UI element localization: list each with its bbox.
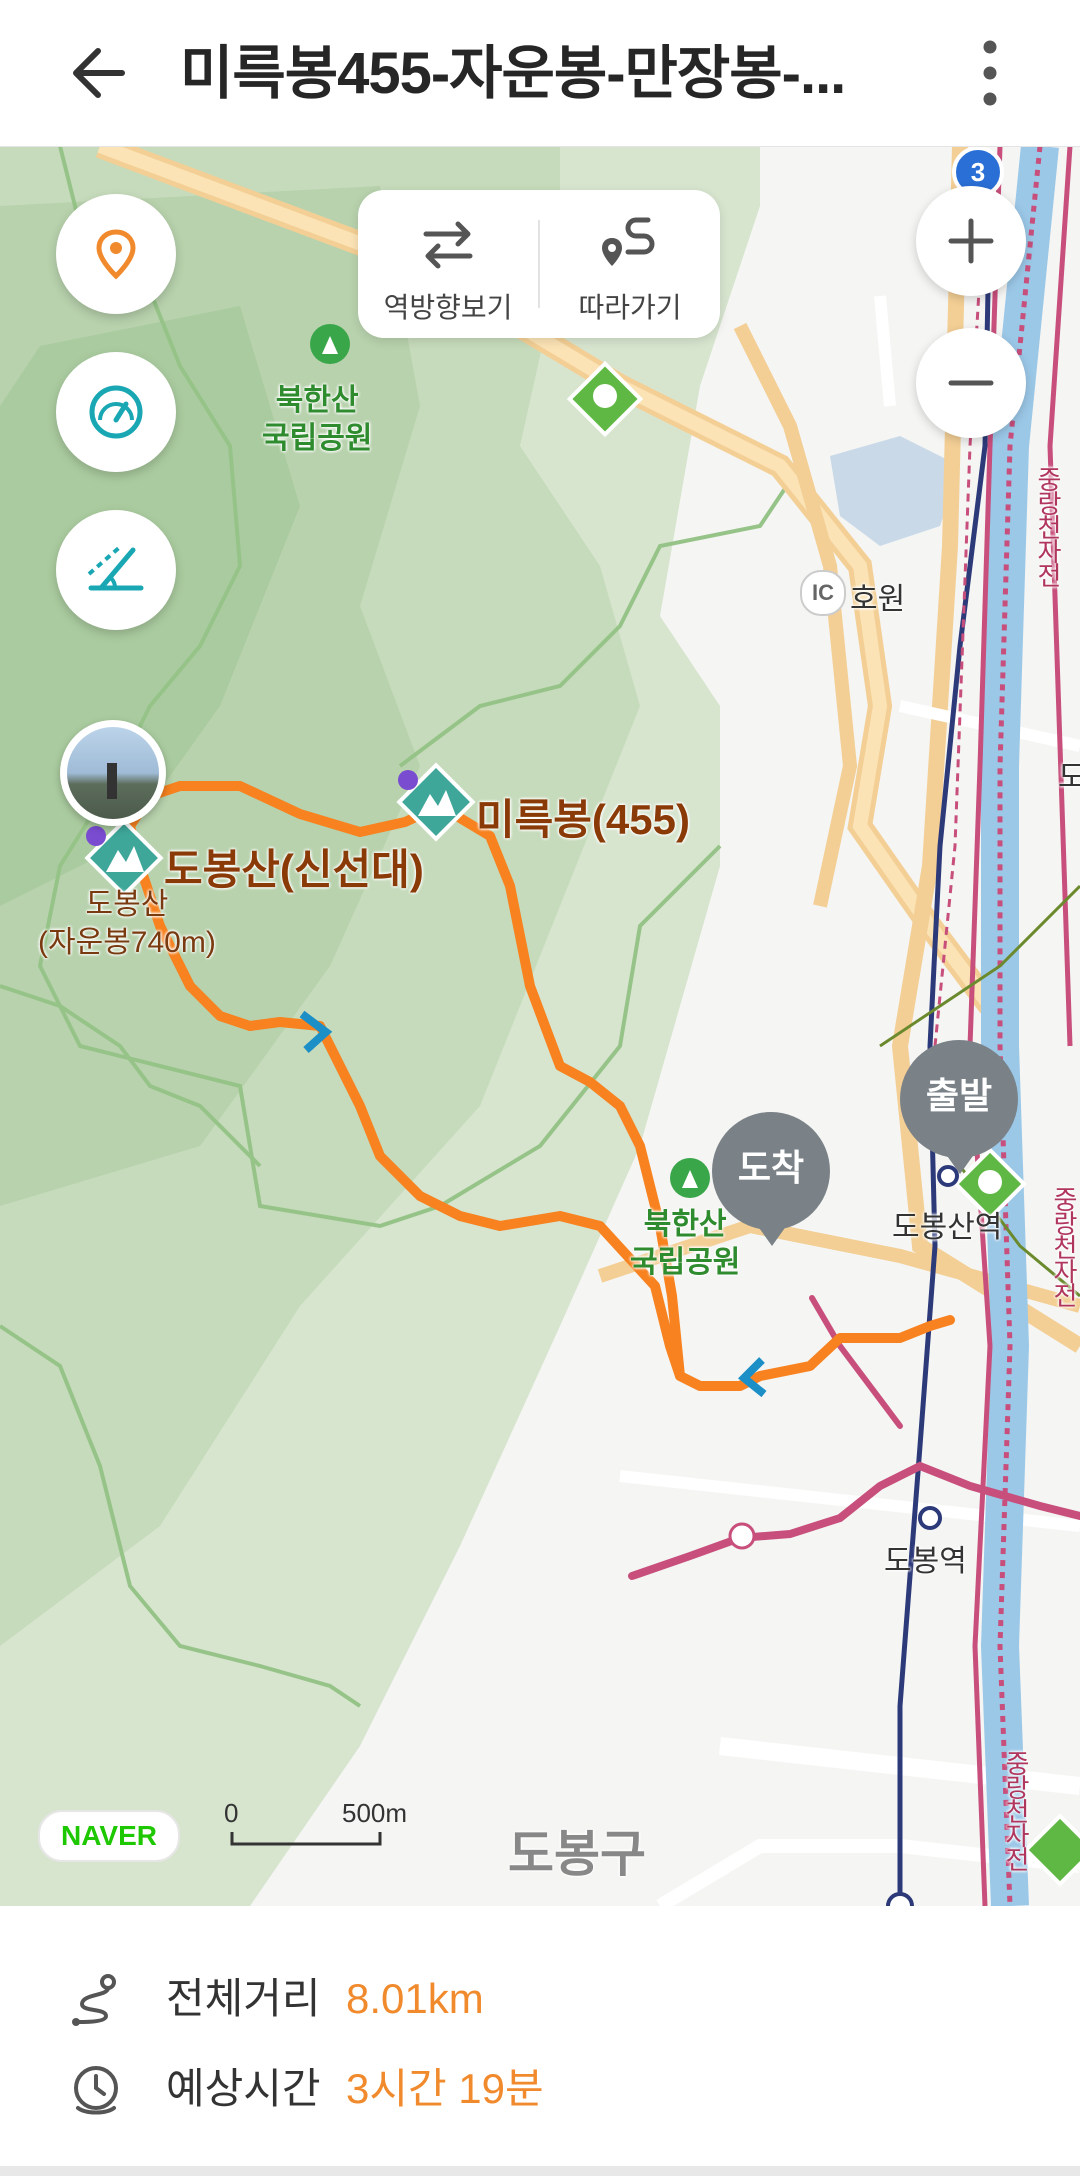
- more-vertical-icon: [983, 40, 997, 106]
- location-pin-icon: [96, 229, 136, 280]
- route-summary: 전체거리 8.01km 예상시간 3시간 19분: [0, 1906, 1080, 2176]
- map-view[interactable]: 북한산 국립공원 북한산 국립공원 미륵봉(455) 도봉산(신선대) 도봉산 …: [0, 146, 1080, 1906]
- reverse-label: 역방향보기: [383, 292, 513, 323]
- page-title: 미륵봉455-자운봉-만장봉-...: [180, 41, 846, 106]
- back-button[interactable]: [62, 38, 142, 108]
- app-header: 미륵봉455-자운봉-만장봉-...: [0, 0, 1080, 147]
- follow-button[interactable]: 따라가기: [540, 190, 720, 338]
- slope-button[interactable]: [56, 510, 176, 630]
- time-label: 예상시간: [166, 2065, 321, 2112]
- route-toggle-panel: 역방향보기 따라가기: [358, 190, 720, 338]
- follow-label: 따라가기: [578, 292, 682, 323]
- clock-icon: [74, 2066, 118, 2115]
- zoom-in-button[interactable]: [916, 186, 1026, 296]
- naver-logo: NAVER: [38, 1810, 180, 1862]
- start-pin[interactable]: 출발: [900, 1040, 1018, 1158]
- photo-marker[interactable]: [60, 720, 166, 826]
- end-pin-label: 도착: [737, 1147, 805, 1188]
- more-button[interactable]: [960, 38, 1020, 108]
- route-icon: [72, 1974, 116, 2026]
- end-pin-tail: [752, 1218, 792, 1246]
- road-label-1: 중랑천자전: [1033, 466, 1063, 586]
- plus-icon: [948, 218, 994, 264]
- road-label-2: 중랑천자전: [1049, 1186, 1079, 1306]
- park-label-south: 북한산 국립공원: [630, 1206, 740, 1282]
- distance-label: 전체거리: [166, 1975, 321, 2022]
- end-pin[interactable]: 도착: [712, 1112, 830, 1230]
- district-label: 도봉구: [508, 1826, 646, 1882]
- zoom-out-button[interactable]: [916, 328, 1026, 438]
- park-label-north-text: 북한산 국립공원: [262, 384, 373, 455]
- start-pin-label: 출발: [925, 1075, 993, 1116]
- route-number-badge: 3: [970, 157, 986, 187]
- station-label-dobong: 도봉역: [884, 1545, 967, 1578]
- reverse-button[interactable]: 역방향보기: [358, 190, 538, 338]
- speed-button[interactable]: [56, 352, 176, 472]
- interchange-badge: IC: [800, 570, 846, 616]
- distance-value: 8.01km: [346, 1975, 484, 2022]
- slope-angle-icon: [87, 544, 144, 591]
- peak-label-mireukbong: 미륵봉(455): [476, 796, 690, 843]
- start-pin-tail: [940, 1146, 980, 1174]
- follow-route-icon: [602, 217, 655, 266]
- speedometer-icon: [89, 385, 143, 439]
- my-location-button[interactable]: [56, 194, 176, 314]
- scale-end-label: 500m: [342, 1798, 408, 1828]
- time-value: 3시간 19분: [346, 2065, 544, 2112]
- station-label-dobongsan: 도봉산역: [892, 1211, 1003, 1244]
- reverse-arrows-icon: [423, 221, 473, 269]
- scale-start-label: 0: [224, 1798, 239, 1828]
- edge-label: 도: [1058, 761, 1080, 794]
- photo-thumbnail: [67, 727, 159, 819]
- park-label-south-text: 북한산 국립공원: [630, 1208, 741, 1279]
- minus-icon: [948, 380, 994, 386]
- park-label-north: 북한산 국립공원: [262, 382, 372, 458]
- arrow-left-icon: [73, 48, 125, 98]
- peak-label-jaunbong: 도봉산 (자운봉740m): [38, 886, 216, 962]
- bottom-edge: [0, 2166, 1080, 2176]
- peak-label-jaunbong-text: 도봉산 (자운봉740m): [38, 888, 216, 959]
- road-label-3: 중랑천자전: [1001, 1750, 1031, 1870]
- interchange-label: 호원: [850, 583, 906, 616]
